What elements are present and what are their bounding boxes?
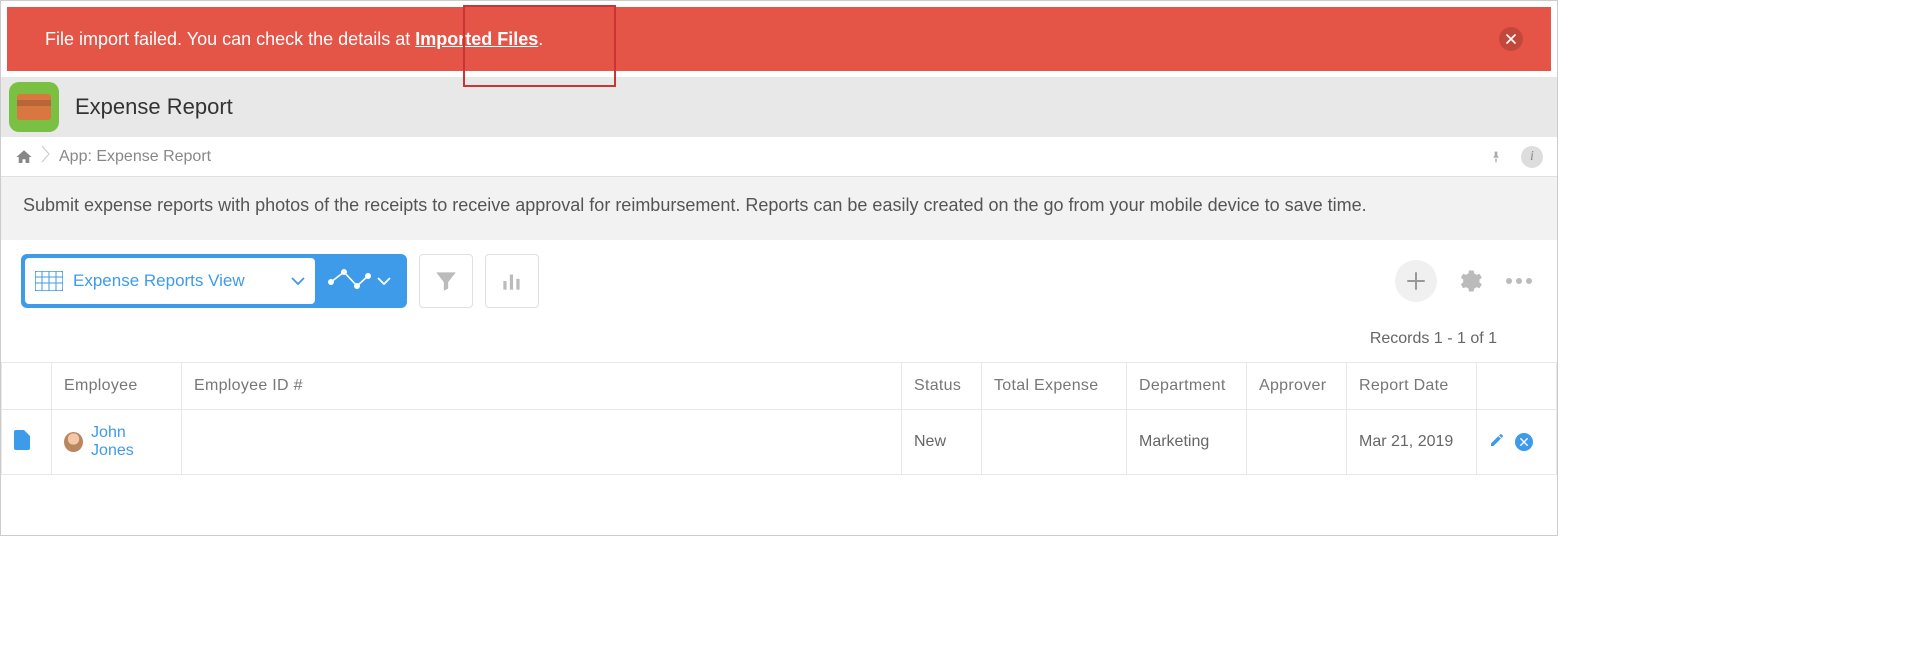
view-selector: Expense Reports View xyxy=(21,254,407,308)
pin-button[interactable] xyxy=(1485,146,1507,168)
column-header-employee[interactable]: Employee xyxy=(52,363,182,410)
close-icon xyxy=(1520,438,1528,446)
table-row[interactable]: John Jones New Marketing Mar 21, 2019 xyxy=(2,410,1557,475)
column-header-actions xyxy=(1477,363,1557,410)
dots-icon xyxy=(1506,278,1532,284)
breadcrumb-text[interactable]: App: Expense Report xyxy=(59,148,211,166)
department-cell: Marketing xyxy=(1127,410,1247,475)
settings-button[interactable] xyxy=(1451,263,1487,299)
records-table: Employee Employee ID # Status Total Expe… xyxy=(1,362,1557,475)
row-type-cell xyxy=(2,410,52,475)
employee-link[interactable]: John Jones xyxy=(91,424,169,460)
total-expense-cell xyxy=(982,410,1127,475)
view-dropdown[interactable]: Expense Reports View xyxy=(25,258,315,304)
alert-message-prefix: File import failed. You can check the de… xyxy=(45,29,415,49)
app-title: Expense Report xyxy=(75,94,233,120)
column-header-total-expense[interactable]: Total Expense xyxy=(982,363,1127,410)
column-header-report-date[interactable]: Report Date xyxy=(1347,363,1477,410)
graph-view-button[interactable] xyxy=(315,258,403,304)
pencil-icon xyxy=(1489,432,1505,448)
alert-banner: File import failed. You can check the de… xyxy=(7,7,1551,71)
gear-icon xyxy=(1455,267,1483,295)
delete-button[interactable] xyxy=(1515,433,1533,451)
plus-icon xyxy=(1407,272,1425,290)
table-header-row: Employee Employee ID # Status Total Expe… xyxy=(2,363,1557,410)
employee-cell: John Jones xyxy=(52,410,182,475)
close-icon xyxy=(1506,34,1516,44)
filter-button[interactable] xyxy=(419,254,473,308)
wallet-icon xyxy=(17,94,51,120)
report-date-cell: Mar 21, 2019 xyxy=(1347,410,1477,475)
approver-cell xyxy=(1247,410,1347,475)
column-header-department[interactable]: Department xyxy=(1127,363,1247,410)
chevron-right-icon xyxy=(41,145,51,168)
column-header-status[interactable]: Status xyxy=(902,363,982,410)
app-icon xyxy=(9,82,59,132)
records-count: Records 1 - 1 of 1 xyxy=(1,322,1557,362)
breadcrumb-bar: App: Expense Report i xyxy=(1,137,1557,177)
avatar xyxy=(64,432,83,452)
alert-close-button[interactable] xyxy=(1499,27,1523,51)
employee-id-cell xyxy=(182,410,902,475)
chevron-down-icon xyxy=(377,272,391,290)
bar-chart-icon xyxy=(499,268,525,294)
app-header: Expense Report xyxy=(1,77,1557,137)
imported-files-link[interactable]: Imported Files xyxy=(415,29,538,49)
more-button[interactable] xyxy=(1501,263,1537,299)
view-name-label: Expense Reports View xyxy=(73,271,291,291)
alert-message-suffix: . xyxy=(538,29,543,49)
status-cell: New xyxy=(902,410,982,475)
column-header-icon xyxy=(2,363,52,410)
actions-cell xyxy=(1477,410,1557,475)
toolbar: Expense Reports View xyxy=(1,240,1557,322)
edit-button[interactable] xyxy=(1489,432,1505,453)
column-header-employee-id[interactable]: Employee ID # xyxy=(182,363,902,410)
graph-icon xyxy=(327,266,371,297)
grid-icon xyxy=(35,271,63,291)
app-description: Submit expense reports with photos of th… xyxy=(1,177,1557,240)
chevron-down-icon xyxy=(291,272,305,290)
funnel-icon xyxy=(433,268,459,294)
chart-button[interactable] xyxy=(485,254,539,308)
home-icon[interactable] xyxy=(15,148,33,166)
document-icon xyxy=(14,430,30,450)
info-button[interactable]: i xyxy=(1521,146,1543,168)
alert-message: File import failed. You can check the de… xyxy=(45,29,543,50)
column-header-approver[interactable]: Approver xyxy=(1247,363,1347,410)
add-record-button[interactable] xyxy=(1395,260,1437,302)
